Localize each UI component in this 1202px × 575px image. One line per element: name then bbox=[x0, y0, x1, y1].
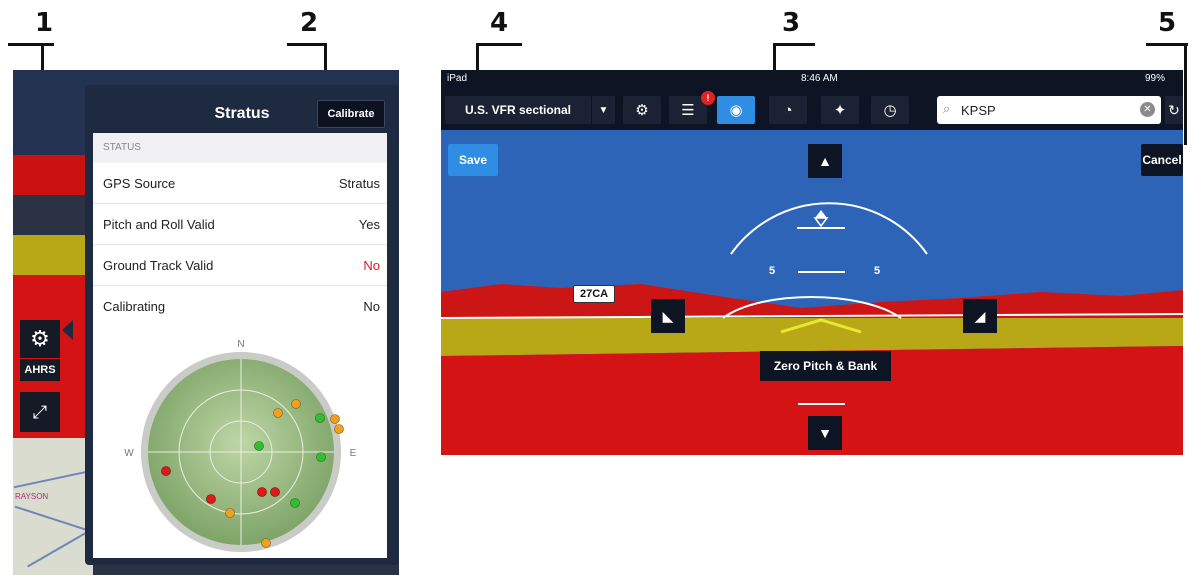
callout-line-4-h bbox=[476, 43, 522, 46]
callout-line-3-h bbox=[773, 43, 815, 46]
search-input[interactable] bbox=[961, 100, 1131, 120]
satellite-sky-view: N E W bbox=[93, 333, 387, 558]
callout-line-5-v bbox=[1184, 43, 1187, 145]
row-label: Ground Track Valid bbox=[103, 257, 214, 273]
map-label: RAYSON bbox=[15, 492, 49, 501]
satellite-plot: N E W bbox=[124, 339, 357, 552]
compass-e: E bbox=[350, 448, 357, 459]
pitch-label-right: 5 bbox=[874, 265, 881, 277]
pitch-label-left: 5 bbox=[769, 265, 776, 277]
row-value: No bbox=[363, 257, 380, 273]
callout-line-5-h bbox=[1146, 43, 1188, 46]
callout-line-1-h bbox=[8, 43, 54, 46]
arrow-down-right-icon: ◢ bbox=[974, 307, 986, 324]
status-row-pitch-roll: Pitch and Roll Valid Yes bbox=[93, 204, 387, 245]
satellite-dot bbox=[334, 424, 344, 434]
ahrs-label: AHRS bbox=[20, 359, 60, 381]
save-button[interactable]: Save bbox=[448, 144, 498, 176]
callout-4: 4 bbox=[490, 8, 509, 38]
callout-1: 1 bbox=[35, 8, 54, 38]
arrow-up-icon: ▲ bbox=[818, 153, 832, 169]
ahrs-settings-button[interactable]: ⚙ bbox=[20, 320, 60, 358]
notification-badge: ! bbox=[701, 91, 715, 105]
satellite-dot bbox=[225, 508, 235, 518]
row-value: No bbox=[363, 299, 380, 314]
sync-icon: ↻ bbox=[1168, 101, 1180, 118]
chart-dropdown-button[interactable]: ▼ bbox=[591, 96, 615, 124]
satellite-dot bbox=[273, 408, 283, 418]
status-header: STATUS bbox=[93, 133, 387, 163]
row-label: Calibrating bbox=[103, 299, 166, 314]
list-icon: ☰ bbox=[681, 102, 695, 119]
pitch-down-button[interactable]: ▼ bbox=[808, 416, 842, 450]
instruments-button[interactable]: ◔ bbox=[769, 96, 807, 124]
cancel-button[interactable]: Cancel bbox=[1141, 144, 1183, 176]
satellite-dot bbox=[290, 498, 300, 508]
compass-n: N bbox=[237, 339, 244, 350]
expand-button[interactable]: ⤢ bbox=[20, 392, 60, 432]
status-row-ground-track: Ground Track Valid No bbox=[93, 245, 387, 286]
expand-icon: ⤢ bbox=[32, 401, 48, 422]
row-value: Yes bbox=[358, 216, 380, 232]
compass-w: W bbox=[124, 448, 134, 459]
satellite-dot bbox=[254, 441, 264, 451]
synthetic-vision-screen: iPad 8:46 AM 99% U.S. VFR sectional ▼ ⚙ … bbox=[441, 70, 1183, 455]
clock-icon: ◷ bbox=[883, 102, 897, 119]
zero-pitch-bank-button[interactable]: Zero Pitch & Bank bbox=[760, 351, 891, 381]
gear-icon: ⚙ bbox=[30, 326, 50, 351]
arrow-down-left-icon: ◣ bbox=[662, 307, 674, 324]
clear-icon[interactable]: ✕ bbox=[1140, 102, 1155, 117]
waypoint-label[interactable]: 27CA bbox=[573, 285, 616, 303]
satellite-dot bbox=[330, 414, 340, 424]
calibrate-button[interactable]: Calibrate bbox=[317, 100, 385, 128]
satellite-dot bbox=[270, 487, 280, 497]
stars-icon: ✦ bbox=[833, 102, 847, 119]
row-label: GPS Source bbox=[103, 175, 176, 191]
row-value: Stratus bbox=[338, 175, 380, 191]
recent-button[interactable]: ◷ bbox=[871, 96, 909, 124]
search-icon: ⌕ bbox=[943, 101, 951, 116]
satellite-dot bbox=[257, 487, 267, 497]
status-battery: 99% bbox=[1145, 73, 1166, 84]
callout-3: 3 bbox=[782, 8, 801, 38]
satellite-dot bbox=[161, 466, 171, 476]
globe-icon: ◉ bbox=[729, 102, 743, 119]
popover-pointer bbox=[62, 320, 73, 340]
search-field[interactable]: ⌕ ✕ bbox=[937, 96, 1161, 124]
gear-icon: ⚙ bbox=[635, 102, 649, 119]
status-list: STATUS GPS Source Stratus Pitch and Roll… bbox=[93, 133, 387, 333]
status-row-calibrating: Calibrating No bbox=[93, 286, 387, 327]
satellite-dot bbox=[291, 399, 301, 409]
satellite-dot bbox=[315, 413, 325, 423]
satellite-dot bbox=[261, 538, 271, 548]
stratus-screen: RAYSON ⚙ AHRS ⤢ Stratus Calibrate STATUS… bbox=[13, 70, 399, 575]
chart-type-select[interactable]: U.S. VFR sectional bbox=[445, 96, 591, 124]
bank-right-button[interactable]: ◢ bbox=[963, 299, 997, 333]
gauge-icon: ◔ bbox=[783, 101, 793, 119]
ios-status-bar: iPad 8:46 AM 99% bbox=[441, 70, 1183, 88]
status-device: iPad bbox=[447, 73, 468, 84]
status-time: 8:46 AM bbox=[801, 73, 838, 84]
favorites-button[interactable]: ✦ bbox=[821, 96, 859, 124]
satellite-dot bbox=[206, 494, 216, 504]
settings-button[interactable]: ⚙ bbox=[623, 96, 661, 124]
pitch-up-button[interactable]: ▲ bbox=[808, 144, 842, 178]
caret-down-icon: ▼ bbox=[598, 104, 609, 116]
callout-5: 5 bbox=[1158, 8, 1177, 38]
callout-2: 2 bbox=[300, 8, 319, 38]
status-row-gps-source: GPS Source Stratus bbox=[93, 163, 387, 204]
stratus-popover: Stratus Calibrate STATUS GPS Source Stra… bbox=[85, 85, 399, 565]
callout-line-2-h bbox=[287, 43, 327, 46]
synthetic-vision-button[interactable]: ◉ bbox=[717, 96, 755, 124]
sync-button[interactable]: ↻ bbox=[1165, 96, 1183, 124]
arrow-down-icon: ▼ bbox=[818, 425, 832, 441]
row-label: Pitch and Roll Valid bbox=[103, 216, 215, 232]
satellite-dot bbox=[316, 452, 326, 462]
bank-left-button[interactable]: ◣ bbox=[651, 299, 685, 333]
map-strip bbox=[13, 438, 93, 575]
